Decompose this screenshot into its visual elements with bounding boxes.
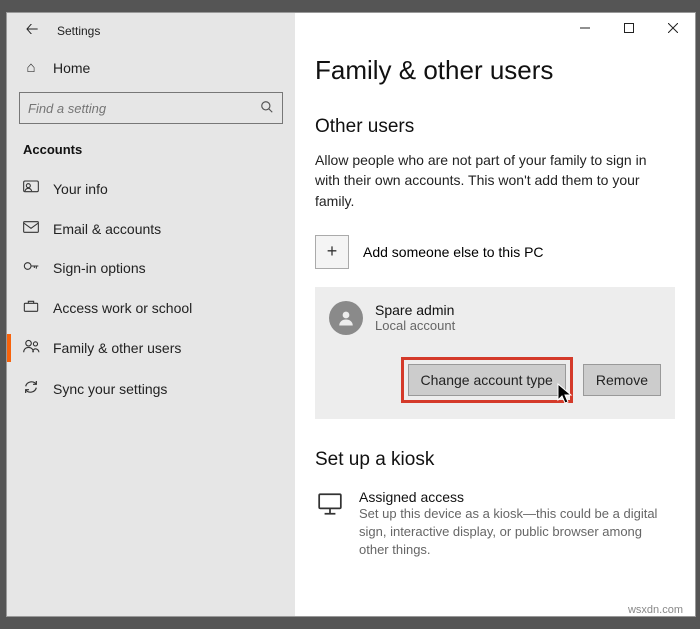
window-controls xyxy=(563,13,695,43)
window-title: Settings xyxy=(49,24,100,38)
search-icon xyxy=(260,100,274,117)
plus-icon: + xyxy=(315,235,349,269)
add-user-label: Add someone else to this PC xyxy=(363,244,544,260)
user-name: Spare admin xyxy=(375,302,455,318)
remove-button[interactable]: Remove xyxy=(583,364,661,396)
sidebar-item-your-info[interactable]: Your info xyxy=(7,169,295,209)
sidebar-item-label: Family & other users xyxy=(53,340,181,356)
person-card-icon xyxy=(23,180,39,198)
user-subtitle: Local account xyxy=(375,318,455,333)
avatar-icon xyxy=(329,301,363,335)
sidebar-item-signin[interactable]: Sign-in options xyxy=(7,248,295,288)
people-icon xyxy=(23,339,39,357)
highlight-box: Change account type xyxy=(401,357,573,403)
search-input-container[interactable] xyxy=(19,92,283,124)
main-content: Family & other users Other users Allow p… xyxy=(295,13,695,616)
kiosk-subtitle: Set up this device as a kiosk—this could… xyxy=(359,505,659,560)
kiosk-title: Assigned access xyxy=(359,489,659,505)
sidebar-item-label: Sync your settings xyxy=(53,381,167,397)
sidebar-category: Accounts xyxy=(7,124,295,159)
back-button[interactable]: 🡠 xyxy=(15,17,49,45)
monitor-icon xyxy=(315,489,345,560)
change-account-type-button[interactable]: Change account type xyxy=(408,364,566,396)
section-kiosk: Set up a kiosk xyxy=(315,419,675,471)
other-users-description: Allow people who are not part of your fa… xyxy=(315,138,655,211)
section-other-users: Other users xyxy=(315,86,675,138)
kiosk-row[interactable]: Assigned access Set up this device as a … xyxy=(315,471,675,560)
sidebar-home-label: Home xyxy=(53,60,90,76)
settings-window: 🡠 Settings ⌂ Home Accounts Your info xyxy=(6,12,696,617)
sync-icon xyxy=(23,379,39,399)
sidebar-item-label: Sign-in options xyxy=(53,260,146,276)
maximize-button[interactable] xyxy=(607,13,651,43)
sidebar: 🡠 Settings ⌂ Home Accounts Your info xyxy=(7,13,295,616)
search-input[interactable] xyxy=(28,101,260,116)
sidebar-item-label: Access work or school xyxy=(53,300,192,316)
sidebar-item-email[interactable]: Email & accounts xyxy=(7,209,295,248)
user-card[interactable]: Spare admin Local account Change account… xyxy=(315,287,675,419)
sidebar-nav: Your info Email & accounts Sign-in optio… xyxy=(7,169,295,410)
sidebar-item-label: Email & accounts xyxy=(53,221,161,237)
watermark: wsxdn.com xyxy=(628,604,683,616)
home-icon: ⌂ xyxy=(23,59,39,76)
minimize-button[interactable] xyxy=(563,13,607,43)
sidebar-item-family[interactable]: Family & other users xyxy=(7,328,295,368)
key-icon xyxy=(23,259,39,277)
sidebar-item-work[interactable]: Access work or school xyxy=(7,288,295,328)
add-user-row[interactable]: + Add someone else to this PC xyxy=(315,211,675,269)
close-button[interactable] xyxy=(651,13,695,43)
mail-icon xyxy=(23,220,39,237)
sidebar-item-label: Your info xyxy=(53,181,108,197)
sidebar-home[interactable]: ⌂ Home xyxy=(7,49,295,86)
sidebar-item-sync[interactable]: Sync your settings xyxy=(7,368,295,410)
briefcase-icon xyxy=(23,299,39,317)
